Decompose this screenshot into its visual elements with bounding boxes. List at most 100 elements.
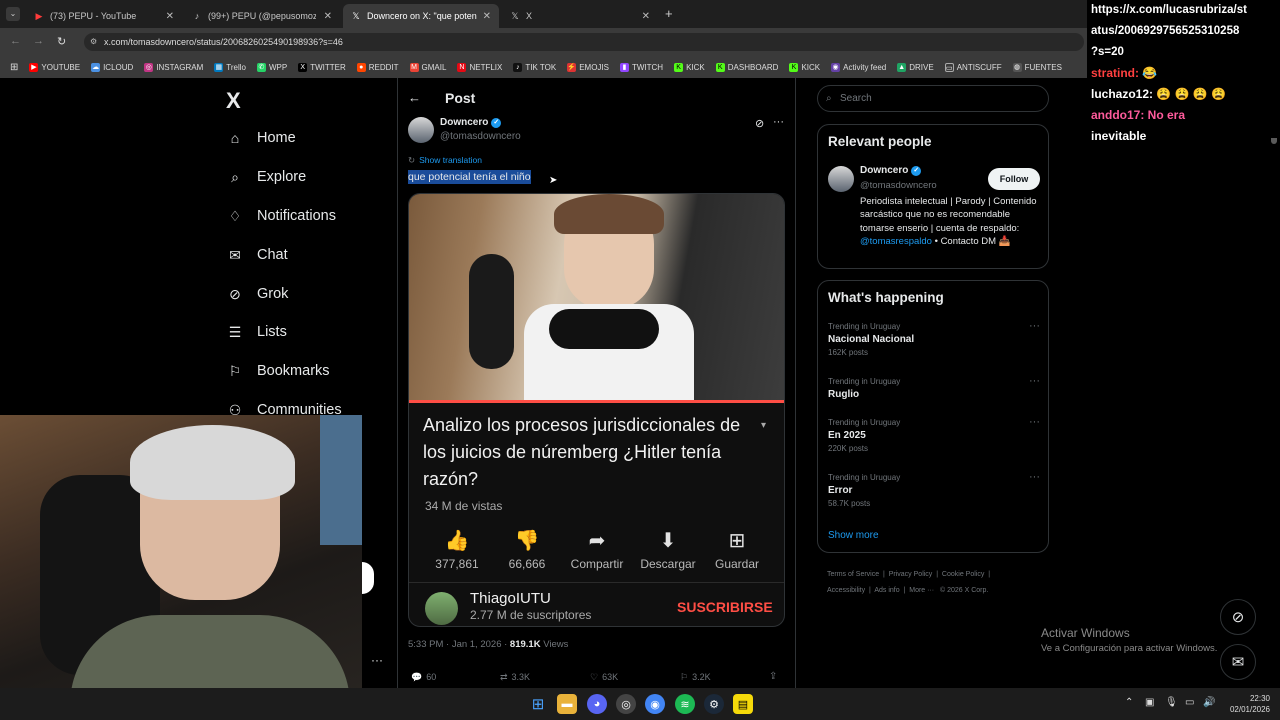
discord-icon[interactable]: ◕ bbox=[587, 694, 607, 714]
bookmark-twitch[interactable]: ▮ TWITCH bbox=[619, 62, 663, 72]
tab-x[interactable]: 𝕏 X ✕ bbox=[502, 4, 658, 28]
subscribe-button[interactable]: SUSCRIBIRSE bbox=[677, 599, 773, 615]
bookmark-antiscuff[interactable]: ▭ ANTISCUFF bbox=[944, 62, 1002, 72]
author-handle[interactable]: @tomasdowncero bbox=[440, 131, 521, 142]
sidebar-item-explore[interactable]: ⌕ Explore bbox=[227, 169, 306, 186]
spotify-icon[interactable]: ≋ bbox=[675, 694, 695, 714]
bookmark-kick[interactable]: K KICK bbox=[674, 62, 705, 72]
ads-info-link[interactable]: Ads info bbox=[874, 587, 899, 594]
video-thumbnail[interactable] bbox=[409, 194, 784, 403]
repost-button[interactable]: ⇄ 3.3K bbox=[500, 672, 530, 683]
more-icon[interactable]: ··· bbox=[1029, 416, 1040, 428]
post-media[interactable]: Analizo los procesos jurisdiccionales de… bbox=[408, 193, 785, 627]
tab-list-icon[interactable]: ⌄ bbox=[6, 7, 20, 21]
site-info-icon[interactable]: ⚙ bbox=[90, 33, 97, 51]
forward-icon[interactable]: → bbox=[33, 35, 44, 47]
bookmark-fuentes[interactable]: ◍ FUENTES bbox=[1012, 62, 1062, 72]
chevron-up-icon[interactable]: ⌃ bbox=[1125, 697, 1133, 708]
bookmark-emojis[interactable]: ⚡ EMOJIS bbox=[567, 62, 609, 72]
trend-item[interactable]: Trending in Uruguay Error 58.7K posts ··… bbox=[828, 471, 1040, 508]
sidebar-item-lists[interactable]: ☰ Lists bbox=[227, 324, 287, 341]
share-button[interactable]: ➦ Compartir bbox=[564, 527, 630, 571]
person-name[interactable]: Downcero ✓ bbox=[860, 165, 922, 176]
bookmark-reddit[interactable]: ● REDDIT bbox=[356, 62, 399, 72]
search-input[interactable]: ⌕ Search bbox=[817, 85, 1049, 112]
sidebar-item-chat[interactable]: ✉ Chat bbox=[227, 247, 288, 264]
channel-avatar[interactable] bbox=[425, 592, 458, 625]
tab-downcero[interactable]: 𝕏 Downcero on X: "que potencial tenía el… bbox=[343, 4, 499, 28]
more-options-icon[interactable]: ··· bbox=[371, 653, 383, 667]
save-button[interactable]: ⊞ Guardar bbox=[705, 527, 769, 571]
cookie-link[interactable]: Cookie Policy bbox=[942, 571, 984, 578]
like-post-button[interactable]: ♡ 63K bbox=[590, 672, 618, 683]
trend-item[interactable]: Trending in Uruguay Ruglio ··· bbox=[828, 375, 1040, 400]
bookmark-post-button[interactable]: ⚐ 3.2K bbox=[680, 672, 711, 683]
like-button[interactable]: 👍 377,861 bbox=[427, 527, 487, 571]
bookmark-netflix[interactable]: N NETFLIX bbox=[457, 62, 502, 72]
more-icon[interactable]: ··· bbox=[1029, 375, 1040, 387]
bookmark-twitter[interactable]: X TWITTER bbox=[298, 62, 346, 72]
url-field[interactable]: ⚙ x.com/tomasdowncero/status/20068260254… bbox=[84, 33, 1084, 51]
bookmark-activity-feed[interactable]: ◉ Activity feed bbox=[831, 62, 886, 72]
volume-icon[interactable]: 🔊 bbox=[1203, 697, 1215, 708]
file-explorer-icon[interactable]: ▬ bbox=[557, 694, 577, 714]
microphone-tray-icon[interactable]: 🎙 bbox=[1165, 697, 1178, 708]
obs-icon[interactable]: ◎ bbox=[616, 694, 636, 714]
terms-link[interactable]: Terms of Service bbox=[827, 571, 879, 578]
follow-button[interactable]: Follow bbox=[988, 168, 1040, 190]
privacy-link[interactable]: Privacy Policy bbox=[889, 571, 933, 578]
close-tab-icon[interactable]: ✕ bbox=[642, 11, 650, 22]
show-more-link[interactable]: Show more bbox=[828, 530, 879, 541]
tab-youtube[interactable]: ▶ (73) PEPU - YouTube ✕ bbox=[26, 4, 182, 28]
show-translation-link[interactable]: ↻ Show translation bbox=[408, 155, 482, 166]
author-name[interactable]: Downcero ✓ bbox=[440, 117, 502, 128]
steam-icon[interactable]: ⚙ bbox=[704, 694, 724, 714]
bookmark-icloud[interactable]: ☁ ICLOUD bbox=[91, 62, 133, 72]
tab-tiktok[interactable]: ♪ (99+) PEPU (@pepusomoza) | TikTok ✕ bbox=[184, 4, 340, 28]
avatar[interactable] bbox=[408, 117, 434, 143]
chevron-down-icon[interactable]: ▾ bbox=[761, 420, 766, 431]
bookmark-gmail[interactable]: M GMAIL bbox=[409, 62, 446, 72]
bookmark-trello[interactable]: ▦ Trello bbox=[214, 62, 246, 72]
sidebar-item-notifications[interactable]: ♢ Notifications bbox=[227, 208, 336, 225]
sidebar-item-grok[interactable]: ⊘ Grok bbox=[227, 286, 288, 303]
bookmark-dashboard[interactable]: K DASHBOARD bbox=[715, 62, 778, 72]
share-post-icon[interactable]: ⇪ bbox=[769, 671, 777, 682]
person-handle[interactable]: @tomasdowncero bbox=[860, 180, 937, 191]
more-icon[interactable]: ··· bbox=[1029, 471, 1040, 483]
close-tab-icon[interactable]: ✕ bbox=[166, 11, 174, 22]
network-icon[interactable]: ▭ bbox=[1185, 697, 1194, 708]
trend-item[interactable]: Trending in Uruguay En 2025 220K posts ·… bbox=[828, 416, 1040, 453]
bookmark-wpp[interactable]: ✆ WPP bbox=[256, 62, 287, 72]
grok-float-button[interactable]: ⊘ bbox=[1220, 599, 1256, 635]
avatar[interactable] bbox=[828, 166, 854, 192]
bookmark-instagram[interactable]: ◎ INSTAGRAM bbox=[144, 62, 203, 72]
new-tab-icon[interactable]: + bbox=[665, 6, 673, 21]
sidebar-item-home[interactable]: ⌂ Home bbox=[227, 130, 296, 146]
download-button[interactable]: ⬇ Descargar bbox=[633, 527, 703, 571]
reply-button[interactable]: 💬 60 bbox=[411, 672, 436, 683]
dislike-button[interactable]: 👎 66,666 bbox=[497, 527, 557, 571]
accessibility-link[interactable]: Accessibility bbox=[827, 587, 865, 594]
sidebar-item-bookmarks[interactable]: ⚐ Bookmarks bbox=[227, 363, 330, 380]
sticky-notes-icon[interactable]: ▤ bbox=[733, 694, 753, 714]
bookmark-drive[interactable]: ▲ DRIVE bbox=[897, 62, 934, 72]
bookmark-kick-2[interactable]: K KICK bbox=[789, 62, 820, 72]
bio-link[interactable]: @tomasrespaldo bbox=[860, 236, 932, 247]
back-icon[interactable]: ← bbox=[10, 35, 21, 47]
close-tab-icon[interactable]: ✕ bbox=[483, 11, 491, 22]
messages-float-button[interactable]: ✉ bbox=[1220, 644, 1256, 680]
x-logo[interactable]: X bbox=[226, 88, 241, 114]
bookmark-youtube[interactable]: ▶ YOUTUBE bbox=[29, 62, 80, 72]
close-tab-icon[interactable]: ✕ bbox=[324, 11, 332, 22]
grok-icon[interactable]: ⊘ bbox=[755, 117, 764, 130]
chrome-icon[interactable]: ◉ bbox=[645, 694, 665, 714]
tray-app-icon[interactable]: ▣ bbox=[1145, 697, 1154, 708]
back-arrow-icon[interactable]: ← bbox=[408, 90, 421, 105]
windows-start-icon[interactable]: ⊞ bbox=[528, 694, 548, 714]
bookmark-tiktok[interactable]: ♪ TIK TOK bbox=[513, 62, 556, 72]
apps-icon[interactable]: ⊞ bbox=[10, 62, 18, 73]
more-icon[interactable]: ··· bbox=[1029, 320, 1040, 332]
more-icon[interactable]: ··· bbox=[773, 116, 784, 128]
reload-icon[interactable]: ↻ bbox=[57, 35, 66, 48]
